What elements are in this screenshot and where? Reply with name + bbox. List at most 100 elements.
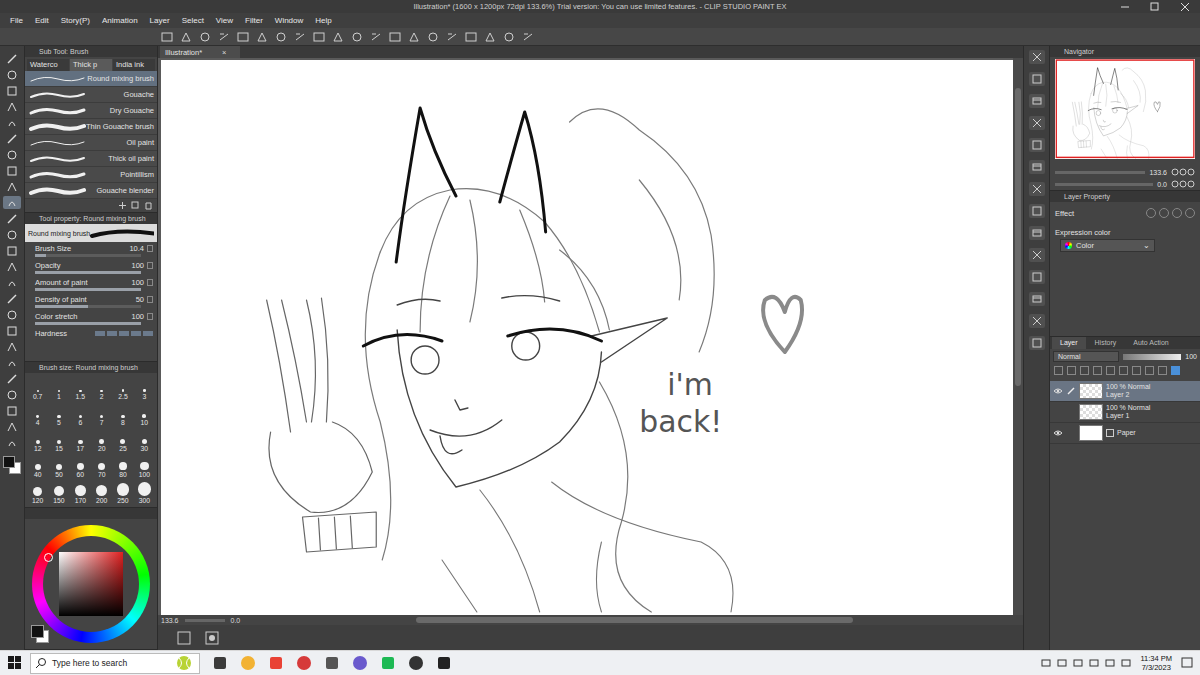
tool-button[interactable] xyxy=(3,148,21,161)
command-icon[interactable] xyxy=(179,30,193,44)
canvas-view[interactable]: i'mback! xyxy=(158,58,1013,615)
property-value[interactable]: 100 xyxy=(131,261,144,270)
maximize-icon[interactable] xyxy=(1140,1,1170,13)
tool-button[interactable] xyxy=(3,436,21,449)
tool-button[interactable] xyxy=(3,84,21,97)
command-icon[interactable] xyxy=(464,30,478,44)
hardness-step[interactable] xyxy=(119,331,129,336)
effect-toggle[interactable] xyxy=(1159,208,1169,218)
add-icon[interactable] xyxy=(118,201,127,210)
brush-size-option[interactable]: 170 xyxy=(70,480,91,504)
brush-size-option[interactable]: 5 xyxy=(48,402,69,426)
panel-toggle[interactable] xyxy=(1029,50,1045,64)
navigator-zoom[interactable]: 133.6 xyxy=(1149,169,1167,176)
panel-toggle[interactable] xyxy=(1029,270,1045,284)
menu-item[interactable]: Window xyxy=(275,16,303,25)
property-value[interactable]: 100 xyxy=(131,278,144,287)
command-icon[interactable] xyxy=(236,30,250,44)
tray-icon[interactable] xyxy=(1088,657,1100,669)
tool-button[interactable] xyxy=(3,260,21,273)
brush-size-option[interactable]: 20 xyxy=(91,428,112,452)
layer-panel-tab[interactable]: History xyxy=(1087,337,1125,349)
layer-row[interactable]: 100 % Normal Layer 2 xyxy=(1050,381,1200,402)
brush-size-option[interactable]: 2.5 xyxy=(112,376,133,400)
taskbar-app[interactable] xyxy=(322,655,342,671)
opacity-slider[interactable] xyxy=(1123,354,1181,360)
menu-item[interactable]: Help xyxy=(315,16,331,25)
zoom-value[interactable]: 133.6 xyxy=(161,617,179,624)
brush-size-option[interactable]: 4 xyxy=(27,402,48,426)
layer-panel-tab[interactable]: Layer xyxy=(1052,337,1086,349)
command-icon[interactable] xyxy=(312,30,326,44)
panel-toggle[interactable] xyxy=(1029,94,1045,108)
tool-button[interactable] xyxy=(3,356,21,369)
brush-size-option[interactable]: 12 xyxy=(27,428,48,452)
sub-tool-tab[interactable]: Thick p xyxy=(70,59,112,71)
opacity-value[interactable]: 100 xyxy=(1185,353,1197,360)
spin-icon[interactable] xyxy=(147,245,153,252)
sub-tool-item[interactable]: Pointillism xyxy=(25,167,157,183)
color-wheel[interactable] xyxy=(32,525,150,643)
layer-tool-icon[interactable] xyxy=(1067,366,1076,375)
layer-tool-icon[interactable] xyxy=(1119,366,1128,375)
brush-size-option[interactable]: 17 xyxy=(70,428,91,452)
tool-button[interactable] xyxy=(3,388,21,401)
brush-size-option[interactable]: 30 xyxy=(134,428,155,452)
tool-button[interactable] xyxy=(3,276,21,289)
navigator-preview[interactable] xyxy=(1055,59,1195,159)
spin-icon[interactable] xyxy=(147,279,153,286)
brush-size-option[interactable]: 3 xyxy=(134,376,155,400)
sub-tool-tab[interactable]: Waterco xyxy=(27,59,69,71)
command-icon[interactable] xyxy=(369,30,383,44)
tool-button[interactable] xyxy=(3,228,21,241)
color-chip[interactable] xyxy=(31,625,44,638)
menu-item[interactable]: Story(P) xyxy=(61,16,90,25)
command-icon[interactable] xyxy=(293,30,307,44)
command-icon[interactable] xyxy=(445,30,459,44)
brush-size-option[interactable]: 50 xyxy=(48,454,69,478)
taskbar-app[interactable] xyxy=(434,655,454,671)
navigator-angle[interactable]: 0.0 xyxy=(1157,181,1167,188)
layer-tool-icon[interactable] xyxy=(1080,366,1089,375)
brush-size-option[interactable]: 120 xyxy=(27,480,48,504)
effect-toggle[interactable] xyxy=(1185,208,1195,218)
angle-value[interactable]: 0.0 xyxy=(231,617,241,624)
layer-tool-icon[interactable] xyxy=(1132,366,1141,375)
panel-toggle[interactable] xyxy=(1029,292,1045,306)
brush-size-option[interactable]: 1 xyxy=(48,376,69,400)
property-value[interactable]: 10.4 xyxy=(129,244,144,253)
brush-size-option[interactable]: 250 xyxy=(112,480,133,504)
rotate-buttons-icon[interactable] xyxy=(1171,180,1195,188)
brush-size-option[interactable]: 80 xyxy=(112,454,133,478)
menu-item[interactable]: Edit xyxy=(35,16,49,25)
brush-size-option[interactable]: 70 xyxy=(91,454,112,478)
delete-icon[interactable] xyxy=(144,201,153,210)
brush-size-option[interactable]: 6 xyxy=(70,402,91,426)
tool-button[interactable] xyxy=(3,132,21,145)
close-tab-button[interactable]: × xyxy=(222,48,226,57)
sub-tool-tab[interactable]: India ink xyxy=(113,59,155,71)
command-icon[interactable] xyxy=(217,30,231,44)
menu-item[interactable]: View xyxy=(216,16,233,25)
property-value[interactable]: 50 xyxy=(136,295,144,304)
command-icon[interactable] xyxy=(502,30,516,44)
taskbar-app[interactable] xyxy=(238,655,258,671)
tray-icon[interactable] xyxy=(1120,657,1132,669)
spin-icon[interactable] xyxy=(147,313,153,320)
sub-tool-item[interactable]: Gouache xyxy=(25,87,157,103)
panel-toggle[interactable] xyxy=(1029,182,1045,196)
panel-toggle[interactable] xyxy=(1029,138,1045,152)
command-icon[interactable] xyxy=(350,30,364,44)
menu-item[interactable]: File xyxy=(10,16,23,25)
effect-toggle[interactable] xyxy=(1146,208,1156,218)
clock[interactable]: 11:34 PM 7/3/2023 xyxy=(1136,654,1176,672)
layer-panel-tab[interactable]: Auto Action xyxy=(1125,337,1176,349)
zoom-buttons-icon[interactable] xyxy=(1171,168,1195,176)
tray-icon[interactable] xyxy=(1040,657,1052,669)
vertical-scrollbar[interactable] xyxy=(1013,58,1023,615)
minimize-icon[interactable] xyxy=(1110,1,1140,13)
layer-row[interactable]: Paper xyxy=(1050,423,1200,444)
tool-button[interactable] xyxy=(3,116,21,129)
property-slider[interactable] xyxy=(35,271,141,274)
panel-toggle[interactable] xyxy=(1029,248,1045,262)
